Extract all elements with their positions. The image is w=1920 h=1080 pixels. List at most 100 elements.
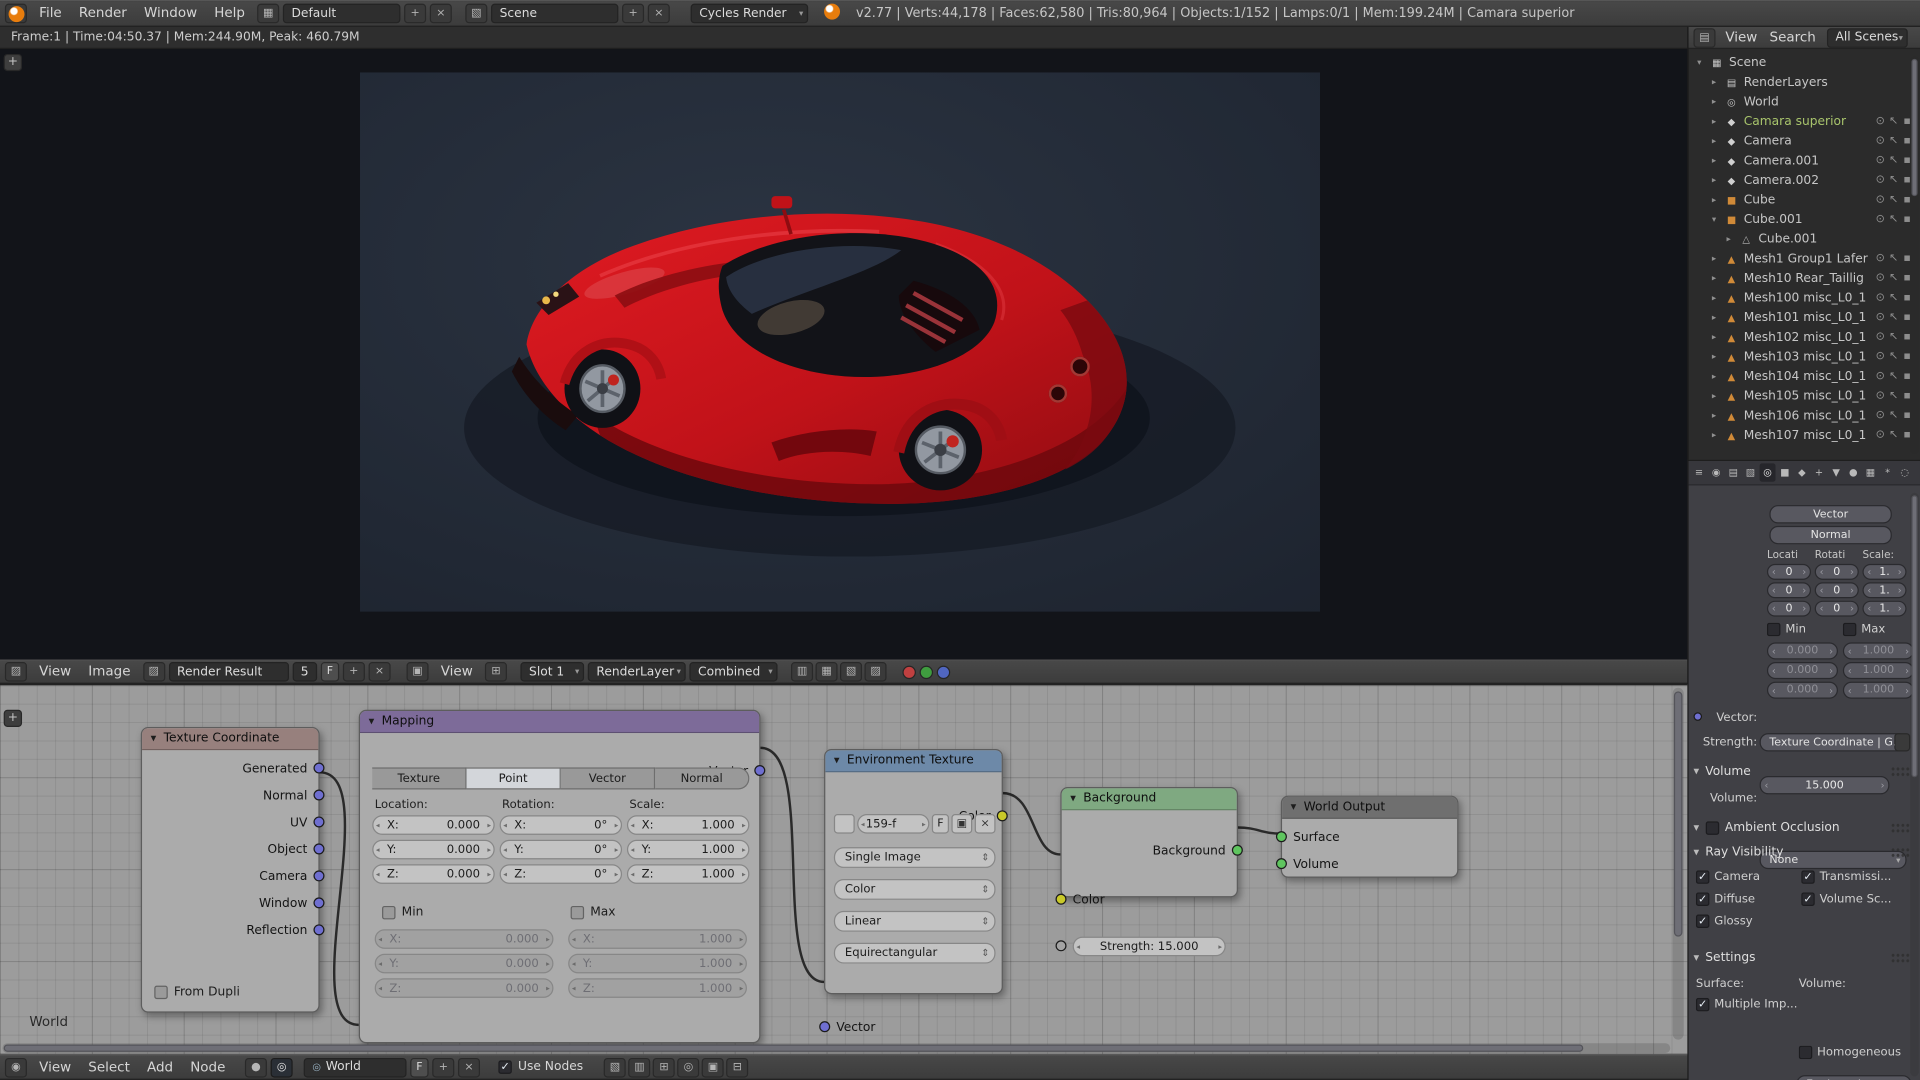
node-header-icon[interactable]: ▥ — [628, 1057, 650, 1077]
shader-type-object-icon[interactable]: ● — [245, 1057, 267, 1077]
pin-icon[interactable]: ▣ — [406, 662, 428, 682]
outliner-row[interactable]: ▸ ◆ Camera.002 ⊙↖▪ — [1689, 170, 1920, 190]
blender-logo-icon[interactable] — [5, 4, 27, 24]
min-row[interactable]: Min — [382, 906, 423, 919]
menu-item[interactable]: View — [31, 1056, 80, 1078]
scrollbar-thumb[interactable] — [4, 1044, 1584, 1051]
disclosure-icon[interactable]: ▸ — [1712, 175, 1724, 185]
restrict-toggles[interactable]: ⊙↖▪ — [1873, 331, 1913, 343]
properties-tab[interactable]: ▼ — [1828, 463, 1844, 481]
node-header-icon[interactable]: ▣ — [702, 1057, 724, 1077]
restrict-toggles[interactable]: ⊙↖▪ — [1873, 154, 1913, 166]
node-header[interactable]: Environment Texture — [825, 750, 1001, 772]
channel-button[interactable]: ▥ — [791, 662, 813, 682]
restrict-toggles[interactable]: ⊙↖▪ — [1873, 390, 1913, 402]
display-filter-selector[interactable]: All Scenes — [1827, 28, 1908, 48]
outliner-row[interactable]: ▸ ▲ Mesh100 misc_L0_1 ⊙↖▪ — [1689, 288, 1920, 308]
multiple-importance-checkbox[interactable] — [1696, 998, 1709, 1011]
scrollbar-thumb[interactable] — [1911, 59, 1917, 196]
ao-checkbox[interactable] — [1705, 821, 1718, 834]
vector-output-socket[interactable] — [313, 763, 324, 774]
properties-scrollbar[interactable] — [1910, 493, 1919, 1077]
outliner-row[interactable]: ▸ ▲ Mesh103 misc_L0_1 ⊙↖▪ — [1689, 347, 1920, 367]
outliner-row[interactable]: ▸ ■ Cube ⊙↖▪ — [1689, 190, 1920, 210]
editor-type-node-icon[interactable]: ◉ — [5, 1057, 27, 1077]
mode-button[interactable]: Normal — [655, 767, 749, 789]
blue-channel-icon[interactable] — [937, 665, 950, 678]
max-checkbox-row[interactable]: Max — [1843, 623, 1885, 636]
max-row[interactable]: Max — [571, 906, 616, 919]
node-header[interactable]: Texture Coordinate — [142, 728, 318, 750]
shader-output-socket[interactable] — [1232, 845, 1243, 856]
vector-output-socket[interactable] — [313, 843, 324, 854]
number-field[interactable]: 1. — [1862, 582, 1906, 598]
render-engine-selector[interactable]: Cycles Render — [691, 4, 809, 24]
new-image-button[interactable]: + — [343, 662, 365, 682]
ray-visibility-panel-header[interactable]: Ray Visibility — [1693, 846, 1910, 859]
volume-panel-header[interactable]: Volume — [1693, 765, 1910, 778]
checkbox[interactable] — [1696, 915, 1709, 928]
number-field[interactable]: 0 — [1767, 601, 1811, 617]
restrict-toggles[interactable]: ⊙↖▪ — [1873, 272, 1913, 284]
node-header-icon[interactable]: ⊞ — [653, 1057, 675, 1077]
menu-item[interactable]: File — [31, 2, 71, 24]
add-layout-button[interactable]: + — [404, 4, 426, 24]
node-background[interactable]: Background Background Color Strength: 15… — [1060, 787, 1238, 897]
number-field[interactable]: 0 — [1767, 564, 1811, 580]
disclosure-icon[interactable]: ▸ — [1712, 313, 1724, 323]
option-dropdown[interactable]: Single Image — [834, 847, 996, 868]
number-field[interactable]: 0 — [1767, 582, 1811, 598]
panel-drag-dots[interactable] — [1891, 953, 1911, 964]
channel-button[interactable]: ▦ — [816, 662, 838, 682]
menu-item[interactable]: Window — [135, 2, 205, 24]
use-nodes-row[interactable]: Use Nodes — [498, 1060, 583, 1073]
number-field[interactable]: Z:1.000 — [627, 864, 749, 884]
screen-layout-icon[interactable]: ▦ — [257, 4, 279, 24]
disclosure-icon[interactable]: ▸ — [1712, 195, 1724, 205]
delete-scene-button[interactable]: × — [648, 4, 670, 24]
restrict-toggles[interactable]: ⊙↖▪ — [1873, 351, 1913, 363]
outliner-row[interactable]: ▸ △ Cube.001 ⊙↖▪ — [1689, 229, 1920, 249]
properties-tab[interactable]: ▧ — [1742, 463, 1758, 481]
checkbox[interactable] — [1801, 892, 1814, 905]
properties-tab[interactable]: ● — [1845, 463, 1861, 481]
mode-button[interactable]: Point — [467, 767, 561, 789]
ray-visibility-option[interactable]: Transmissi... — [1801, 870, 1914, 883]
number-field[interactable]: Y:0.000 — [372, 840, 494, 860]
fake-user-button[interactable]: F — [410, 1057, 428, 1077]
menu-item[interactable]: Node — [182, 1056, 234, 1078]
properties-tab[interactable]: ◎ — [1760, 463, 1776, 481]
image-icon[interactable] — [834, 814, 855, 834]
mode-button[interactable]: Texture — [372, 767, 466, 789]
menu-item[interactable]: Image — [80, 661, 139, 683]
scene-icon[interactable]: ▧ — [465, 4, 487, 24]
node-header-icon[interactable]: ▧ — [604, 1057, 626, 1077]
disclosure-icon[interactable]: ▸ — [1712, 77, 1724, 87]
add-scene-button[interactable]: + — [622, 4, 644, 24]
number-field[interactable]: Z:0.000 — [375, 978, 554, 998]
number-field[interactable]: 0.000 — [1767, 682, 1838, 699]
from-dupli-row[interactable]: From Dupli — [154, 986, 240, 999]
delete-layout-button[interactable]: × — [430, 4, 452, 24]
menu-item[interactable]: Render — [70, 2, 135, 24]
color-output-socket[interactable] — [997, 810, 1008, 821]
outliner-row[interactable]: ▸ ▲ Mesh104 misc_L0_1 ⊙↖▪ — [1689, 367, 1920, 387]
disclosure-icon[interactable]: ▸ — [1712, 156, 1724, 166]
sampling-selector[interactable]: Equiangular — [1796, 1075, 1911, 1080]
option-dropdown[interactable]: Color — [834, 879, 996, 900]
image-datablock-selector[interactable]: Render Result — [168, 662, 288, 682]
outliner-row[interactable]: ▸ ▲ Mesh105 misc_L0_1 ⊙↖▪ — [1689, 386, 1920, 406]
disclosure-icon[interactable]: ▸ — [1712, 293, 1724, 303]
menu-item[interactable]: Select — [80, 1056, 139, 1078]
outliner-row[interactable]: ▸ ▲ Mesh10 Rear_Taillig ⊙↖▪ — [1689, 268, 1920, 288]
outliner-row[interactable]: ▸ ▲ Mesh1 Group1 Lafer ⊙↖▪ — [1689, 249, 1920, 269]
view-mode-label[interactable]: View — [432, 661, 481, 683]
strength-extra-button[interactable] — [1894, 733, 1910, 751]
restrict-toggles[interactable]: ⊙↖▪ — [1873, 174, 1913, 186]
vector-source-button[interactable]: Texture Coordinate | G... — [1760, 733, 1907, 751]
properties-tab[interactable]: ▤ — [1725, 463, 1741, 481]
vector-output-socket[interactable] — [313, 897, 324, 908]
unlink-datablock-button[interactable]: × — [458, 1057, 480, 1077]
properties-tab[interactable]: + — [1811, 463, 1827, 481]
browse-image-icon[interactable]: ▨ — [143, 662, 165, 682]
